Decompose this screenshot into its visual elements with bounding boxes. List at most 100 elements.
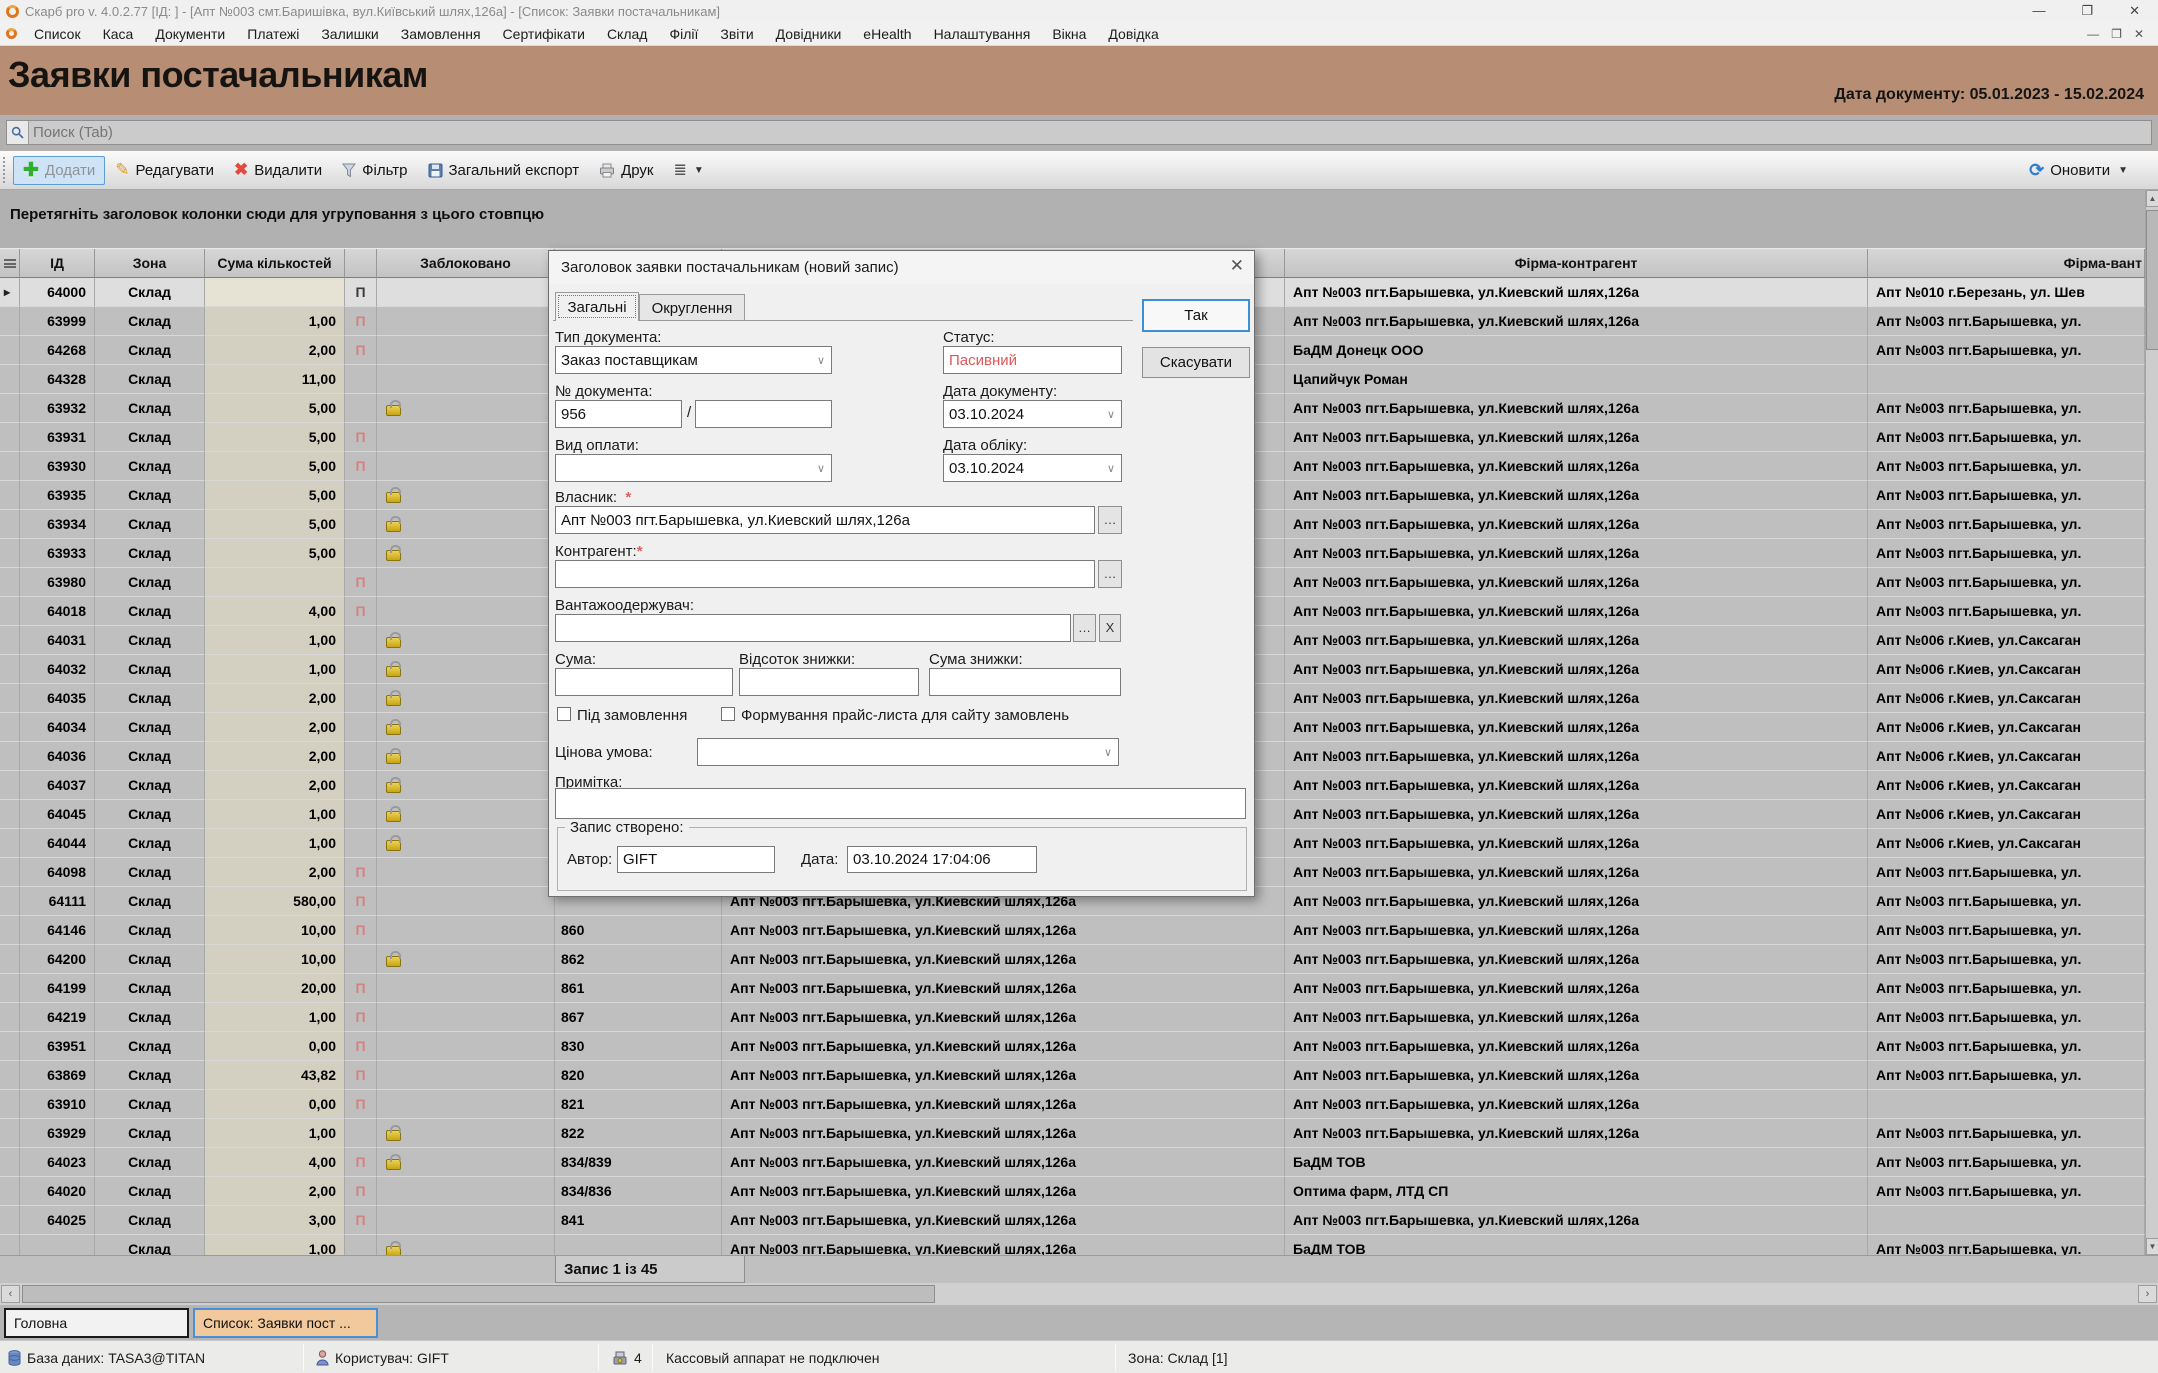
- zone-status: Зона: Склад [1]: [1128, 1341, 1228, 1373]
- cell-contractor: Апт №003 пгт.Барышевка, ул.Киевский шлях…: [1285, 278, 1868, 307]
- tab-home[interactable]: Головна: [4, 1308, 189, 1338]
- print-button[interactable]: Друк: [589, 156, 663, 185]
- col-header-contractor[interactable]: Фірма-контрагент: [1285, 249, 1868, 278]
- menu-item-14[interactable]: Вікна: [1041, 24, 1097, 44]
- contractor-input[interactable]: [555, 560, 1095, 588]
- consignee-clear-button[interactable]: X: [1099, 614, 1121, 642]
- grouping-panel[interactable]: Перетягніть заголовок колонки сюди для у…: [0, 190, 2158, 248]
- doc-type-select[interactable]: Заказ поставщикам∨: [555, 346, 832, 374]
- delete-button[interactable]: ✖ Видалити: [224, 156, 332, 185]
- dialog-tab-rounding[interactable]: Округлення: [639, 294, 745, 321]
- menu-item-10[interactable]: Звіти: [709, 24, 764, 44]
- menu-item-11[interactable]: Довідники: [765, 24, 853, 44]
- note-input[interactable]: [555, 788, 1246, 819]
- vscroll-thumb[interactable]: [2146, 210, 2158, 350]
- lock-icon: [386, 637, 401, 648]
- cell-consignee: Апт №003 пгт.Барышевка, ул.: [1868, 945, 2145, 974]
- lock-icon: [386, 840, 401, 851]
- table-row[interactable]: 64219 Склад 1,00 П 867 Апт №003 пгт.Бары…: [0, 1003, 2145, 1032]
- menu-item-3[interactable]: Документи: [144, 24, 236, 44]
- consignee-browse-button[interactable]: …: [1073, 614, 1096, 642]
- edit-button[interactable]: ✎ Редагувати: [105, 156, 224, 185]
- table-row[interactable]: 63910 Склад 0,00 П 821 Апт №003 пгт.Бары…: [0, 1090, 2145, 1119]
- account-date-select[interactable]: 03.10.2024∨: [943, 454, 1122, 482]
- menu-item-13[interactable]: Налаштування: [923, 24, 1042, 44]
- doc-number-input[interactable]: [555, 400, 682, 428]
- table-row[interactable]: 64025 Склад 3,00 П 841 Апт №003 пгт.Бары…: [0, 1206, 2145, 1235]
- owner-input[interactable]: [555, 506, 1095, 534]
- horizontal-scrollbar[interactable]: ‹ ›: [0, 1283, 2158, 1305]
- export-button[interactable]: Загальний експорт: [418, 156, 590, 185]
- minimize-button[interactable]: —: [2032, 3, 2045, 19]
- filter-button[interactable]: Фільтр: [332, 156, 417, 185]
- scroll-up-icon[interactable]: ▲: [2146, 190, 2158, 207]
- cell-blocked: [377, 597, 555, 626]
- menu-item-9[interactable]: Філії: [658, 24, 709, 44]
- price-condition-select[interactable]: ∨: [697, 738, 1119, 766]
- mdi-restore-button[interactable]: ❐: [2111, 27, 2122, 41]
- mdi-minimize-button[interactable]: —: [2087, 27, 2099, 41]
- pricelist-checkbox[interactable]: [721, 707, 735, 721]
- consignee-input[interactable]: [555, 614, 1071, 642]
- add-button[interactable]: ✚ Додати: [13, 156, 105, 185]
- table-row[interactable]: 63951 Склад 0,00 П 830 Апт №003 пгт.Бары…: [0, 1032, 2145, 1061]
- scroll-right-icon[interactable]: ›: [2138, 1285, 2157, 1303]
- table-row[interactable]: 64199 Склад 20,00 П 861 Апт №003 пгт.Бар…: [0, 974, 2145, 1003]
- col-header-consignee[interactable]: Фірма-вант: [1868, 249, 2145, 278]
- table-row[interactable]: Склад 1,00 Апт №003 пгт.Барышевка, ул.Ки…: [0, 1235, 2145, 1255]
- col-header-blocked[interactable]: Заблоковано: [377, 249, 555, 278]
- required-asterisk: *: [625, 489, 631, 506]
- owner-browse-button[interactable]: …: [1098, 506, 1122, 534]
- hscroll-thumb[interactable]: [22, 1285, 935, 1303]
- column-chooser-icon[interactable]: [0, 249, 20, 278]
- table-row[interactable]: 63869 Склад 43,82 П 820 Апт №003 пгт.Бар…: [0, 1061, 2145, 1090]
- cancel-button[interactable]: Скасувати: [1142, 347, 1250, 378]
- cell-firm: Апт №003 пгт.Барышевка, ул.Киевский шлях…: [722, 974, 1285, 1003]
- doc-number2-input[interactable]: [695, 400, 832, 428]
- doc-date-select[interactable]: 03.10.2024∨: [943, 400, 1122, 428]
- cell-zone: Склад: [95, 626, 205, 655]
- table-row[interactable]: 64023 Склад 4,00 П 834/839 Апт №003 пгт.…: [0, 1148, 2145, 1177]
- search-input[interactable]: [29, 124, 1829, 141]
- col-header-zone[interactable]: Зона: [95, 249, 205, 278]
- contractor-browse-button[interactable]: …: [1098, 560, 1122, 588]
- ok-button[interactable]: Так: [1142, 299, 1250, 332]
- view-options-button[interactable]: ≣ ▼: [664, 156, 714, 185]
- doc-number-separator: /: [687, 404, 691, 421]
- col-header-id[interactable]: ІД: [20, 249, 95, 278]
- sum-input[interactable]: [555, 668, 733, 696]
- row-marker: [0, 829, 20, 858]
- table-row[interactable]: 63929 Склад 1,00 822 Апт №003 пгт.Барыше…: [0, 1119, 2145, 1148]
- scroll-left-icon[interactable]: ‹: [1, 1285, 20, 1303]
- cell-blocked: [377, 887, 555, 916]
- discount-pct-input[interactable]: [739, 668, 919, 696]
- menu-item-2[interactable]: Каса: [92, 24, 145, 44]
- tab-list-requests[interactable]: Список: Заявки пост ...: [193, 1308, 378, 1338]
- discount-sum-input[interactable]: [929, 668, 1121, 696]
- mdi-close-button[interactable]: ✕: [2134, 27, 2144, 41]
- payment-select[interactable]: ∨: [555, 454, 832, 482]
- author-input[interactable]: [617, 846, 775, 873]
- col-header-p[interactable]: [345, 249, 377, 278]
- table-row[interactable]: 64020 Склад 2,00 П 834/836 Апт №003 пгт.…: [0, 1177, 2145, 1206]
- scroll-down-icon[interactable]: ▼: [2146, 1238, 2158, 1255]
- menu-item-15[interactable]: Довідка: [1097, 24, 1169, 44]
- menu-item-8[interactable]: Склад: [596, 24, 659, 44]
- menu-item-1[interactable]: Список: [23, 24, 92, 44]
- dialog-close-icon[interactable]: ✕: [1230, 256, 1244, 276]
- menu-item-7[interactable]: Сертифікати: [492, 24, 596, 44]
- menu-item-6[interactable]: Замовлення: [390, 24, 492, 44]
- maximize-button[interactable]: ❐: [2081, 3, 2093, 19]
- search-box[interactable]: [6, 120, 2152, 145]
- close-button[interactable]: ✕: [2129, 3, 2140, 19]
- table-row[interactable]: 64200 Склад 10,00 862 Апт №003 пгт.Барыш…: [0, 945, 2145, 974]
- menu-item-4[interactable]: Платежі: [236, 24, 310, 44]
- col-header-qty[interactable]: Сума кількостей: [205, 249, 345, 278]
- under-order-checkbox[interactable]: [557, 707, 571, 721]
- menu-item-5[interactable]: Залишки: [310, 24, 389, 44]
- menu-item-12[interactable]: eHealth: [852, 24, 922, 44]
- refresh-button[interactable]: ⟳ Оновити ▼: [2019, 156, 2138, 185]
- dialog-tab-general[interactable]: Загальні: [555, 292, 639, 321]
- vertical-scrollbar[interactable]: ▲ ▼: [2145, 190, 2158, 1255]
- table-row[interactable]: 64146 Склад 10,00 П 860 Апт №003 пгт.Бар…: [0, 916, 2145, 945]
